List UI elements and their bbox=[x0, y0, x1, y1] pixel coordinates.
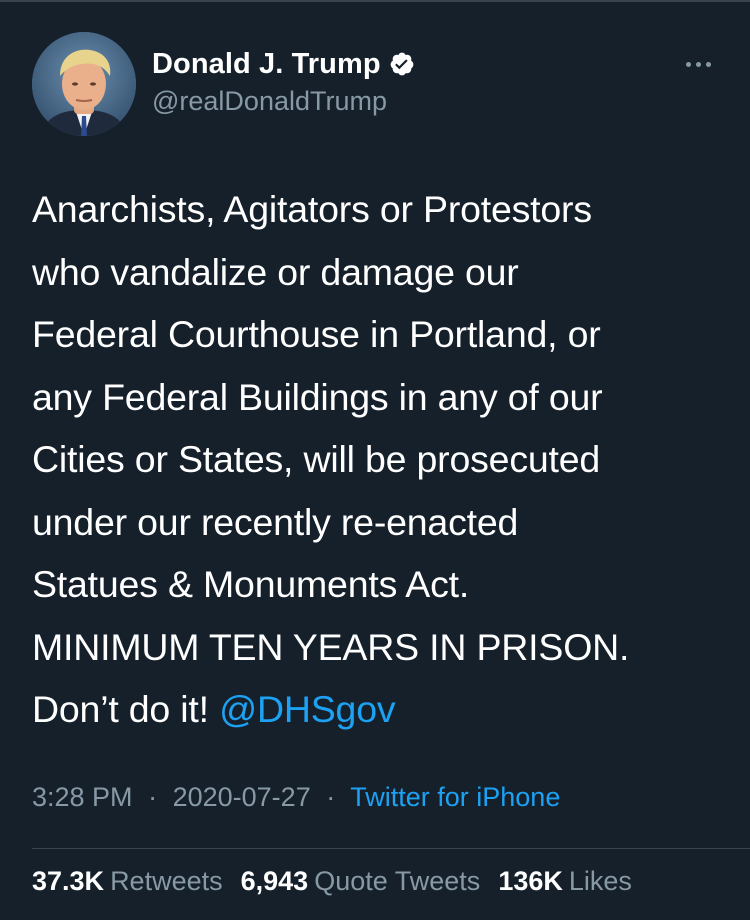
avatar-portrait bbox=[32, 32, 136, 136]
tweet-meta: 3:28 PM · 2020-07-27 · Twitter for iPhon… bbox=[32, 782, 560, 813]
tweet-text: Anarchists, Agitators or Protestors who … bbox=[32, 178, 732, 741]
tweet-body: Anarchists, Agitators or Protestors who … bbox=[32, 188, 630, 730]
meta-separator: · bbox=[326, 782, 336, 812]
quote-tweets-stat[interactable]: 6,943 Quote Tweets bbox=[241, 866, 481, 897]
more-options-button[interactable] bbox=[678, 52, 718, 76]
author-info[interactable]: Donald J. Trump @realDonaldTrump bbox=[152, 46, 415, 117]
tweet-source-link[interactable]: Twitter for iPhone bbox=[350, 782, 560, 812]
name-row: Donald J. Trump bbox=[152, 46, 415, 82]
quote-tweets-label: Quote Tweets bbox=[314, 866, 481, 896]
stats-divider bbox=[32, 848, 750, 849]
tweet-header: Donald J. Trump @realDonaldTrump bbox=[32, 30, 722, 136]
more-options-icon bbox=[685, 61, 691, 67]
handle[interactable]: @realDonaldTrump bbox=[152, 86, 415, 117]
avatar[interactable] bbox=[32, 32, 136, 136]
retweets-count: 37.3K bbox=[32, 866, 105, 896]
likes-stat[interactable]: 136K Likes bbox=[498, 866, 632, 897]
likes-count: 136K bbox=[498, 866, 563, 896]
quote-tweets-count: 6,943 bbox=[240, 866, 309, 896]
more-options-icon-dot bbox=[705, 61, 711, 67]
top-divider bbox=[0, 0, 750, 2]
tweet-date[interactable]: 2020-07-27 bbox=[173, 782, 311, 812]
mention-link[interactable]: @DHSgov bbox=[219, 688, 396, 730]
more-options-icon-dot bbox=[695, 61, 701, 67]
retweets-stat[interactable]: 37.3K Retweets bbox=[32, 866, 223, 897]
tweet-time[interactable]: 3:28 PM bbox=[32, 782, 133, 812]
retweets-label: Retweets bbox=[110, 866, 223, 896]
display-name[interactable]: Donald J. Trump bbox=[152, 48, 381, 81]
tweet-stats: 37.3K Retweets 6,943 Quote Tweets 136K Like… bbox=[32, 866, 650, 897]
meta-separator: · bbox=[148, 782, 158, 812]
verified-badge-icon bbox=[389, 51, 415, 77]
likes-label: Likes bbox=[568, 866, 632, 896]
